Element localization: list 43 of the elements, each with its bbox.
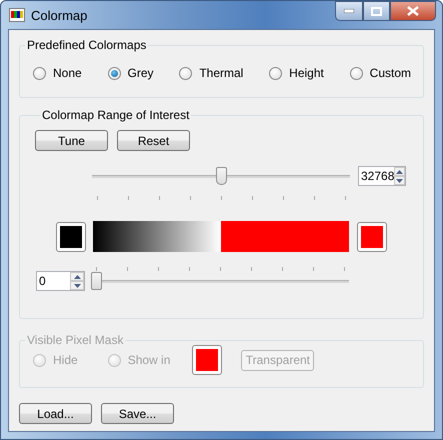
group-title: Visible Pixel Mask xyxy=(26,333,124,347)
down-arrow-icon xyxy=(74,284,80,288)
up-arrow-icon xyxy=(74,274,80,278)
group-title: Predefined Colormaps xyxy=(26,38,148,52)
minimize-icon xyxy=(344,9,354,13)
slider-thumb[interactable] xyxy=(91,272,102,290)
maximize-button[interactable] xyxy=(363,1,390,21)
close-icon xyxy=(407,6,419,16)
radio-label: Grey xyxy=(128,66,154,80)
slider-track[interactable] xyxy=(91,271,349,291)
push-button[interactable]: Tune xyxy=(35,130,108,151)
radio-button[interactable] xyxy=(108,66,120,80)
push-button[interactable]: Reset xyxy=(117,130,190,151)
radio-button[interactable] xyxy=(33,66,46,80)
spin-up-button[interactable] xyxy=(394,167,405,176)
number-value: 32768 xyxy=(360,168,394,185)
radio-label: Hide xyxy=(53,353,78,367)
colormap-app-icon xyxy=(9,8,25,22)
radio-label: Height xyxy=(289,66,324,80)
up-arrow-icon xyxy=(396,170,404,174)
window-title: Colormap xyxy=(31,8,88,22)
number-value: 0 xyxy=(38,273,47,290)
spin-down-button[interactable] xyxy=(394,176,405,185)
radio-label: Custom xyxy=(370,66,411,80)
push-button[interactable]: Load... xyxy=(19,403,92,424)
spin-field[interactable]: 0 xyxy=(36,271,85,291)
radio-label: Show in xyxy=(128,353,170,367)
group-title: Colormap Range of Interest xyxy=(41,108,190,122)
radio-button[interactable] xyxy=(269,66,282,80)
spin-down-button[interactable] xyxy=(70,281,84,290)
radio-label: None xyxy=(53,66,82,80)
radio-label: Thermal xyxy=(199,66,244,80)
push-button[interactable]: Save... xyxy=(101,403,174,424)
down-arrow-icon xyxy=(396,178,404,182)
spin-up-button[interactable] xyxy=(70,272,84,281)
slider-track[interactable] xyxy=(92,166,350,186)
maximize-icon xyxy=(371,6,382,16)
radio-button[interactable] xyxy=(350,66,363,80)
slider-thumb[interactable] xyxy=(216,167,226,185)
radio-button[interactable] xyxy=(179,66,192,80)
close-button[interactable] xyxy=(390,1,436,21)
minimize-button[interactable] xyxy=(335,1,363,21)
spin-field[interactable]: 32768 xyxy=(358,166,406,186)
